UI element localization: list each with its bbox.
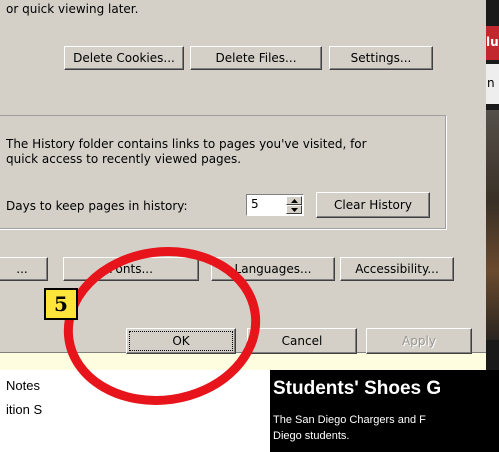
red-tab-text: lu bbox=[486, 35, 499, 49]
sidebar-item-edition[interactable]: ition S bbox=[6, 402, 42, 417]
history-description-line2: quick access to recently viewed pages. bbox=[6, 152, 242, 166]
news-banner[interactable]: Students' Shoes G The San Diego Chargers… bbox=[270, 370, 499, 452]
screenshot-frame: or quick viewing later. Delete Cookies..… bbox=[0, 0, 499, 452]
accessibility-button[interactable]: Accessibility... bbox=[340, 257, 454, 281]
news-subtext-line1: The San Diego Chargers and F bbox=[273, 414, 426, 426]
days-value[interactable]: 5 bbox=[251, 197, 259, 211]
news-subtext: The San Diego Chargers and F Diego stude… bbox=[273, 412, 426, 444]
news-subtext-line2: Diego students. bbox=[273, 430, 350, 442]
spinner-up-icon[interactable] bbox=[286, 196, 302, 205]
webpage-photo bbox=[486, 110, 499, 340]
news-headline[interactable]: Students' Shoes G bbox=[273, 378, 441, 400]
spinner-down-icon[interactable] bbox=[286, 205, 302, 214]
apply-button[interactable]: Apply bbox=[366, 328, 472, 354]
days-to-keep-label: Days to keep pages in history: bbox=[6, 199, 188, 213]
cancel-button[interactable]: Cancel bbox=[247, 328, 357, 354]
fonts-button[interactable]: Fonts... bbox=[63, 257, 199, 281]
temp-files-caption: or quick viewing later. bbox=[6, 2, 139, 16]
step-number-badge: 5 bbox=[44, 288, 78, 320]
webpage-red-tab[interactable]: lu bbox=[486, 26, 499, 60]
delete-files-button[interactable]: Delete Files... bbox=[190, 46, 322, 70]
delete-cookies-button[interactable]: Delete Cookies... bbox=[64, 46, 184, 70]
clear-history-button[interactable]: Clear History bbox=[316, 192, 430, 218]
settings-button[interactable]: Settings... bbox=[329, 46, 433, 70]
days-spinner[interactable]: 5 bbox=[246, 194, 304, 216]
ok-button[interactable]: OK bbox=[126, 328, 236, 354]
languages-button[interactable]: Languages... bbox=[211, 257, 335, 281]
sidebar-item-notes[interactable]: Notes bbox=[6, 378, 40, 393]
history-description-line1: The History folder contains links to pag… bbox=[6, 137, 367, 151]
colors-button[interactable]: ... bbox=[0, 257, 48, 281]
webpage-sidebar: Notes ition S bbox=[0, 370, 270, 452]
menu-strip-text: n bbox=[487, 76, 495, 90]
webpage-menu-strip: n bbox=[486, 64, 499, 104]
